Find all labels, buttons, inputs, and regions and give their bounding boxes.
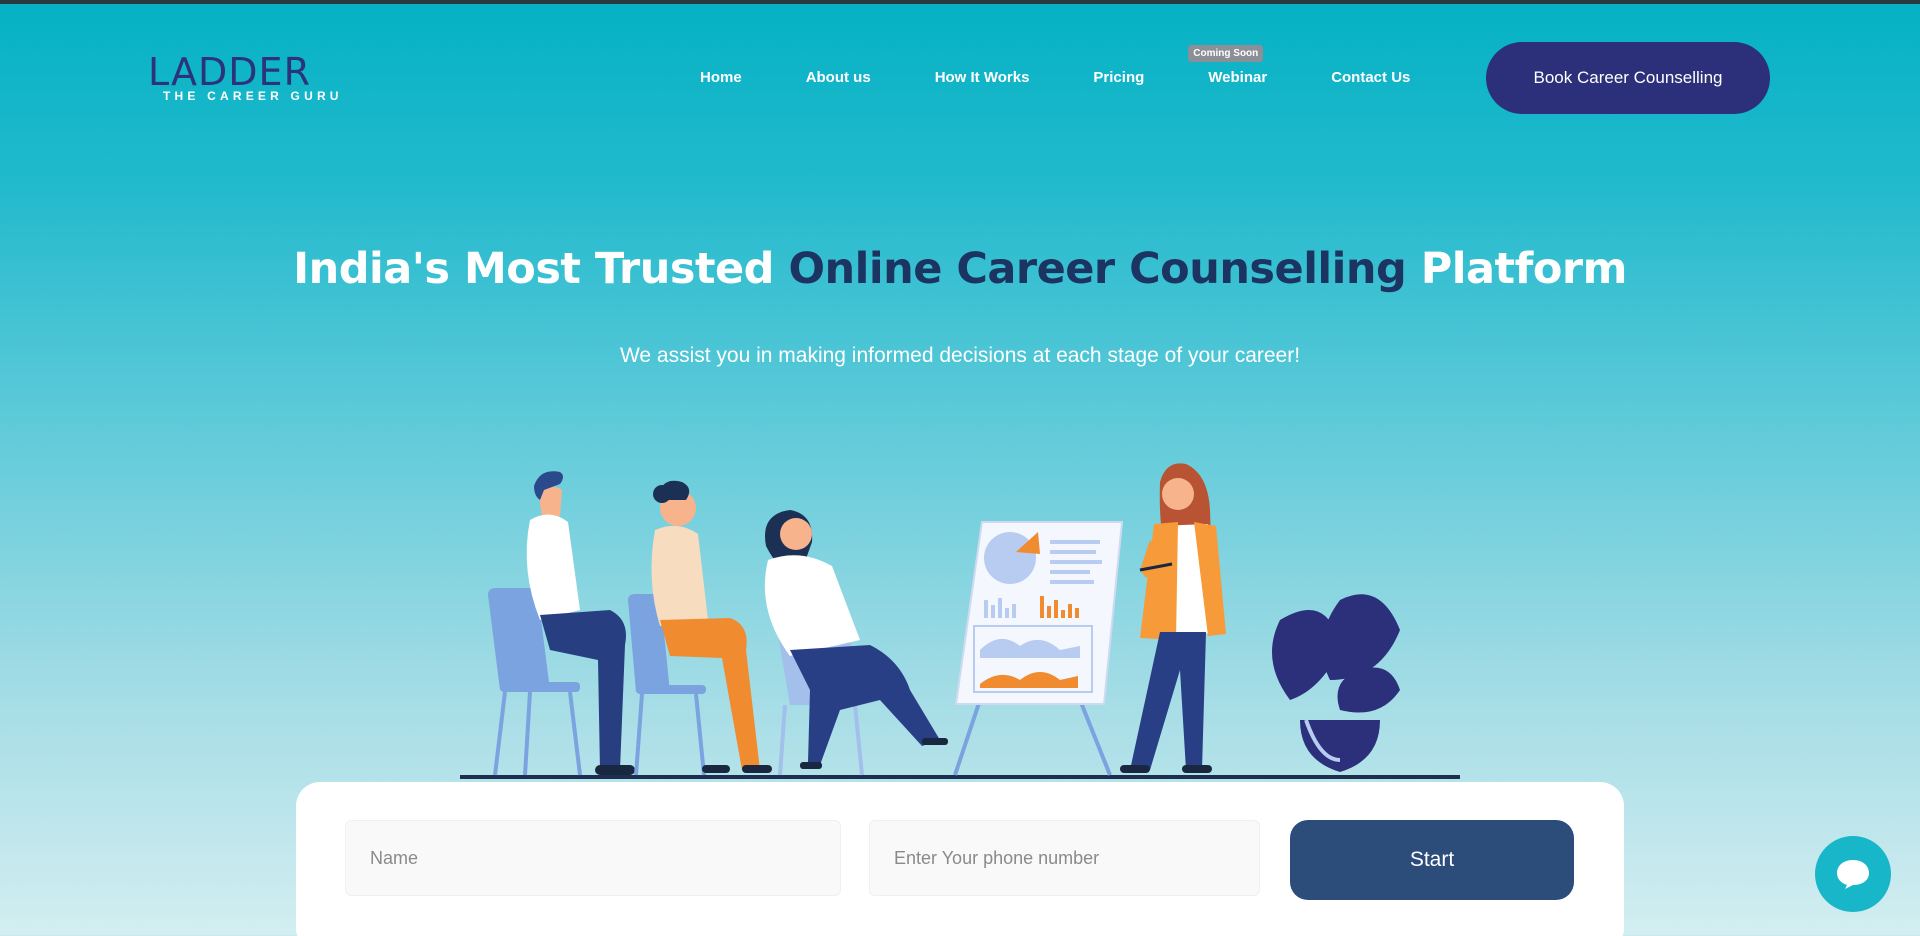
chat-bubble-icon <box>1837 860 1869 889</box>
nav-webinar-label: Webinar <box>1208 68 1268 86</box>
nav-home[interactable]: Home <box>700 69 742 86</box>
start-button[interactable]: Start <box>1290 820 1574 900</box>
logo-tagline: THE CAREER GURU <box>163 89 343 103</box>
top-border <box>0 0 1920 4</box>
man-seated <box>526 471 635 775</box>
floor-line <box>460 775 1460 779</box>
hero-title-highlight: Online Career Counselling <box>788 244 1407 294</box>
nav-webinar[interactable]: Coming Soon Webinar <box>1188 44 1268 86</box>
coming-soon-badge: Coming Soon <box>1188 44 1264 62</box>
lead-form-card: Start <box>296 782 1624 936</box>
nav-how-it-works[interactable]: How It Works <box>935 69 1030 86</box>
hero-subtitle: We assist you in making informed decisio… <box>619 344 1301 367</box>
hero-title-part2: Platform <box>1406 244 1628 294</box>
logo-wordmark: LADDER <box>148 50 311 94</box>
nav-pricing[interactable]: Pricing <box>1093 69 1144 86</box>
phone-input[interactable] <box>869 820 1260 896</box>
potted-plant <box>1272 594 1400 772</box>
chat-widget-button[interactable] <box>1815 836 1891 912</box>
book-counselling-button[interactable]: Book Career Counselling <box>1486 42 1770 114</box>
presenter-woman <box>1120 463 1226 773</box>
woman-seated-1 <box>651 480 772 773</box>
nav-contact-us[interactable]: Contact Us <box>1331 69 1410 86</box>
presentation-board <box>953 521 1124 776</box>
counselling-session-illustration <box>460 463 1460 779</box>
hero-title-part1: India's Most Trusted <box>293 244 789 294</box>
logo[interactable]: LADDER THE CAREER GURU <box>148 50 348 103</box>
main-nav: Home About us How It Works Pricing Comin… <box>700 44 1410 88</box>
name-input[interactable] <box>345 820 841 896</box>
nav-about-us[interactable]: About us <box>806 69 871 86</box>
hero-title: India's Most Trusted Online Career Couns… <box>0 244 1920 294</box>
